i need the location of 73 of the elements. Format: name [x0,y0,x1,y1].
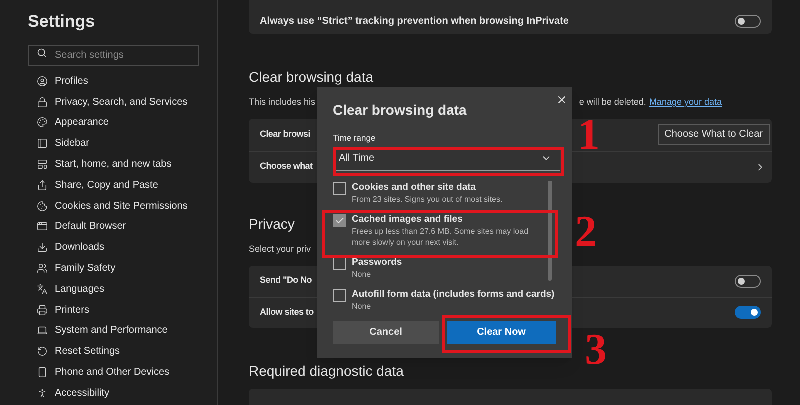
language-icon [37,284,48,295]
reset-icon [37,346,48,358]
section-heading: Privacy [249,214,295,233]
section-heading: Required diagnostic data [249,362,404,380]
browser-window-icon [37,221,48,232]
share-icon [37,180,48,191]
search-icon [37,48,47,58]
sidebar-item[interactable]: Sidebar [55,136,90,152]
sidebar-item[interactable]: Accessibility [55,386,110,401]
sidebar-item[interactable]: Cookies and Site Permissions [55,198,188,214]
lock-icon [37,96,48,108]
sidebar-item[interactable]: Default Browser [55,219,126,234]
accessibility-icon [37,388,48,399]
checkbox[interactable] [333,214,346,227]
step-number: 1 [578,110,600,160]
toggle-switch[interactable] [735,14,761,28]
phone-icon [37,367,48,378]
palette-icon [37,117,48,128]
checkbox[interactable] [333,257,346,270]
sidebar-item[interactable]: Start, home, and new tabs [55,157,172,172]
cancel-button[interactable]: Cancel [333,321,440,344]
section-description: This includes his [249,96,316,110]
sidebar-item[interactable]: Profiles [55,74,88,89]
sidebar-item[interactable]: Family Safety [55,261,116,276]
scrollbar[interactable] [548,181,552,281]
option-label: Cookies and other site data [352,181,478,194]
option-detail: None [352,301,372,312]
section-heading: Clear browsing data [249,68,374,86]
sidebar-item[interactable]: System and Performance [55,323,168,338]
toggle-switch[interactable] [735,274,761,288]
option-detail: Frees up less than 27.6 MB. Some sites may load more slowly on your next visit. [352,226,530,248]
printer-icon [37,304,48,316]
option-detail: None [352,269,372,280]
step-number: 2 [575,207,597,257]
setting-label: Always use “Strict” tracking prevention when browsing InPrivate [260,14,569,29]
sidebar-item[interactable]: Printers [55,302,90,318]
setting-label: Choose what [260,160,313,174]
time-range-label: Time range [333,132,377,144]
choose-what-to-clear-button[interactable]: Choose What to Clear [658,124,770,146]
section-description: Select your priv [249,242,312,256]
option-label: Cached images and files [352,213,464,226]
layout-icon [37,159,48,170]
close-icon[interactable] [556,94,568,106]
toggle-switch[interactable] [735,306,761,320]
step-number: 3 [585,325,607,375]
laptop-icon [37,325,48,336]
sidebar-item[interactable]: Reset Settings [55,344,120,360]
sidebar-item[interactable]: Share, Copy and Paste [55,178,158,193]
sidebar-item[interactable]: Appearance [55,115,109,130]
profile-icon [37,76,48,87]
setting-label: Send "Do No [260,274,312,288]
sidebar-item[interactable]: Privacy, Search, and Services [55,94,188,110]
checkbox[interactable] [333,182,346,195]
dialog-title: Clear browsing data [333,101,468,119]
settings-title: Settings [28,11,96,32]
option-label: Passwords [352,256,402,269]
clear-now-button[interactable]: Clear Now [447,321,556,344]
sidebar-item[interactable]: Downloads [55,240,104,256]
check-icon [334,216,344,226]
sidebar-item[interactable]: Languages [55,282,104,297]
people-icon [37,263,48,274]
search-field[interactable]: Search settings [28,45,199,66]
section-description: e will be deleted. [579,96,646,110]
sidebar-icon [37,138,48,150]
checkbox[interactable] [333,289,346,302]
download-icon [37,242,48,254]
cookie-icon [37,200,48,212]
option-detail: From 23 sites. Signs you out of most sites. [352,194,503,205]
sidebar-item[interactable]: Phone and Other Devices [55,365,170,380]
manage-data-link[interactable]: Manage your data [649,96,722,110]
setting-label: Clear browsi [260,128,310,141]
option-label: Autofill form data (includes forms and cards) [352,288,555,301]
setting-label: Allow sites to [260,306,314,319]
